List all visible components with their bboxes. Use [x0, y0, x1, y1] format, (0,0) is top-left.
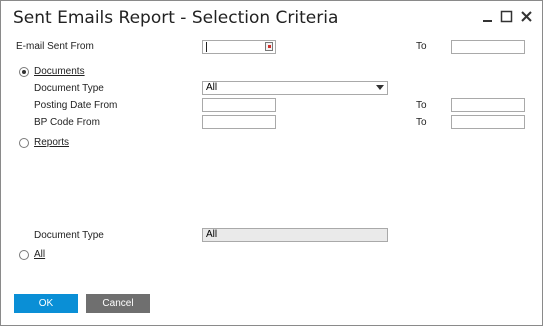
window-title: Sent Emails Report - Selection Criteria: [13, 8, 339, 28]
bp-code-from-field[interactable]: [202, 115, 276, 129]
cancel-button[interactable]: Cancel: [86, 294, 150, 313]
document-type-select[interactable]: All: [202, 81, 388, 95]
bp-code-from-label: BP Code From: [34, 117, 100, 128]
email-sent-to-label: To: [416, 41, 427, 52]
email-sent-to-field[interactable]: [451, 40, 525, 54]
close-button[interactable]: [519, 7, 535, 25]
close-icon: [521, 11, 532, 22]
reports-document-type-field: All: [202, 228, 388, 242]
calendar-icon[interactable]: [265, 42, 273, 51]
posting-date-from-label: Posting Date From: [34, 100, 118, 111]
bp-code-to-field[interactable]: [451, 115, 525, 129]
email-sent-from-field[interactable]: [202, 40, 276, 54]
reports-label: Reports: [34, 137, 70, 148]
maximize-button[interactable]: [499, 7, 515, 25]
posting-date-to-label: To: [416, 100, 427, 111]
report-window: Sent Emails Report - Selection Criteria …: [0, 0, 543, 326]
posting-date-to-field[interactable]: [451, 98, 525, 112]
all-label: All: [34, 249, 46, 260]
minimize-button[interactable]: [480, 7, 496, 25]
reports-document-type-label: Document Type: [34, 230, 104, 241]
document-type-label: Document Type: [34, 83, 104, 94]
bp-code-to-label: To: [416, 117, 427, 128]
posting-date-from-field[interactable]: [202, 98, 276, 112]
email-sent-from-label: E-mail Sent From: [16, 41, 94, 52]
text-cursor: [206, 42, 207, 52]
documents-radio[interactable]: [19, 67, 29, 77]
chevron-down-icon: [376, 85, 384, 90]
maximize-icon: [500, 10, 513, 23]
reports-radio[interactable]: [19, 138, 29, 148]
all-radio[interactable]: [19, 250, 29, 260]
documents-label: Documents: [34, 66, 85, 77]
document-type-value: All: [206, 82, 218, 93]
minimize-icon: [483, 20, 492, 22]
ok-button[interactable]: OK: [14, 294, 78, 313]
